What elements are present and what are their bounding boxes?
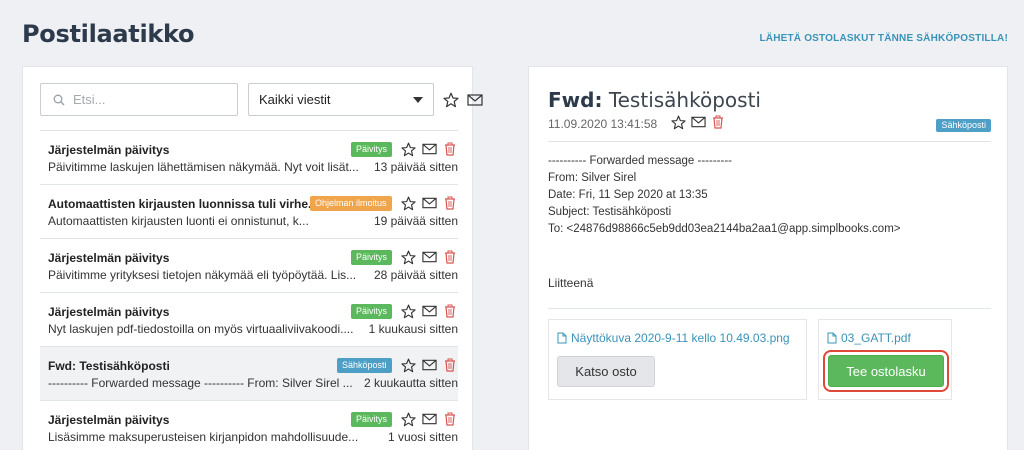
filter-selected-value: Kaikki viestit [259,92,331,107]
message-row-preview: Automaattisten kirjausten luonti ei onni… [48,214,309,228]
star-icon[interactable] [400,249,416,265]
star-icon[interactable] [400,357,416,373]
message-row-title: Järjestelmän päivitys [48,143,170,157]
trash-icon[interactable] [442,411,458,427]
message-row-preview: Nyt laskujen pdf-tiedostoilla on myös vi… [48,322,354,336]
trash-icon[interactable] [442,141,458,157]
message-row-badge: Päivitys [351,142,393,157]
message-row-title: Järjestelmän päivitys [48,305,170,319]
star-icon[interactable] [400,141,416,157]
create-purchase-invoice-button[interactable]: Tee ostolasku [828,355,944,387]
message-row-actions [400,141,458,157]
unread-filter-icon[interactable] [466,91,484,109]
star-icon[interactable] [400,411,416,427]
message-row-actions [400,249,458,265]
file-icon [827,332,837,344]
message-row-title: Automaattisten kirjausten luonnissa tuli… [48,197,312,211]
message-row-actions [400,357,458,373]
trash-icon[interactable] [442,249,458,265]
message-title-subject: Testisähköposti [608,88,761,112]
mail-icon[interactable] [421,249,437,265]
message-row-preview: Päivitimme laskujen lähettämisen näkymää… [48,160,358,174]
star-icon[interactable] [670,114,686,130]
star-icon[interactable] [400,303,416,319]
message-row-title: Järjestelmän päivitys [48,251,170,265]
mail-icon[interactable] [421,357,437,373]
search-input[interactable] [73,92,233,107]
search-field[interactable] [40,83,238,116]
message-title-prefix: Fwd: [548,88,603,112]
message-row-time: 13 päivää sitten [373,160,458,174]
message-row[interactable]: Automaattisten kirjausten luonnissa tuli… [40,185,458,239]
message-row-time: 28 päivää sitten [373,268,458,282]
message-row-badge: Sähköposti [337,358,392,373]
message-row-time: 19 päivää sitten [373,214,458,228]
mail-icon[interactable] [690,114,706,130]
message-row-time: 1 kuukausi sitten [368,322,458,336]
message-row-actions [400,303,458,319]
message-type-badge: Sähköposti [936,119,991,132]
message-row-badge: Päivitys [351,412,393,427]
attachment-link[interactable]: Näyttökuva 2020-9-11 kello 10.49.03.png [557,331,790,345]
mail-icon[interactable] [421,141,437,157]
message-row-preview: Lisäsimme maksuperusteisen kirjanpidon m… [48,430,358,444]
attachment-name: Näyttökuva 2020-9-11 kello 10.49.03.png [571,331,790,345]
divider [548,308,991,309]
page-title: Postilaatikko [22,20,195,48]
trash-icon[interactable] [710,114,726,130]
email-invoices-link[interactable]: LÄHETÄ OSTOLASKUT TÄNNE SÄHKÖPOSTILLA! [759,33,1008,44]
mail-icon[interactable] [421,303,437,319]
mail-icon[interactable] [421,195,437,211]
trash-icon[interactable] [442,303,458,319]
message-row[interactable]: Järjestelmän päivitys Päivitys Nyt laskuje… [40,293,458,347]
message-row-badge: Päivitys [351,250,393,265]
message-row-actions [400,195,458,211]
chevron-down-icon [413,96,423,103]
message-actions [670,114,726,130]
search-icon [53,94,65,105]
message-row-time: 2 kuukautta sitten [363,376,458,390]
file-icon [557,332,567,344]
message-row-badge: Ohjelman ilmoitus [310,196,392,211]
attachment-name: 03_GATT.pdf [841,331,911,345]
message-detail-panel: Fwd: Testisähköposti 11.09.2020 13:41:58… [528,66,1008,450]
message-row[interactable]: Järjestelmän päivitys Päivitys Lisäsimme m… [40,401,458,450]
message-row-title: Fwd: Testisähköposti [48,359,170,373]
message-row-time: 1 vuosi sitten [387,430,458,444]
message-date: 11.09.2020 13:41:58 [548,117,658,131]
message-row-actions [400,411,458,427]
attachment-card: 03_GATT.pdf Tee ostolasku [818,319,952,400]
divider [548,141,991,142]
message-row-preview: ---------- Forwarded message ---------- … [48,376,353,390]
star-icon[interactable] [400,195,416,211]
message-body: ---------- Forwarded message --------- F… [548,155,901,235]
attachments-label: Liitteenä [548,276,594,290]
message-title: Fwd: Testisähköposti [548,88,761,112]
message-row-title: Järjestelmän päivitys [48,413,170,427]
star-filter-icon[interactable] [442,91,460,109]
trash-icon[interactable] [442,357,458,373]
message-row-badge: Päivitys [351,304,393,319]
message-row[interactable]: Järjestelmän päivitys Päivitys Päivitimme … [40,239,458,293]
view-purchase-button[interactable]: Katso osto [557,356,655,387]
message-row[interactable]: Järjestelmän päivitys Päivitys Päivitimme … [40,131,458,185]
message-filter-select[interactable]: Kaikki viestit [248,83,434,116]
message-row[interactable]: Fwd: Testisähköposti Sähköposti ----------… [40,347,458,401]
attachment-card: Näyttökuva 2020-9-11 kello 10.49.03.png … [548,319,807,400]
message-list: Järjestelmän päivitys Päivitys Päivitimme … [40,130,458,450]
mail-icon[interactable] [421,411,437,427]
trash-icon[interactable] [442,195,458,211]
attachment-link[interactable]: 03_GATT.pdf [827,331,911,345]
message-list-panel: Kaikki viestit Järjestelmän päivitys Päiv… [22,66,483,450]
message-row-preview: Päivitimme yrityksesi tietojen näkymää e… [48,268,357,282]
